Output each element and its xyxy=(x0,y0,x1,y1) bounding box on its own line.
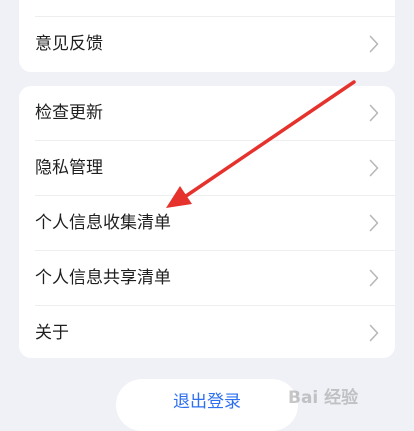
chevron-right-icon xyxy=(369,324,379,342)
chevron-right-icon xyxy=(369,214,379,232)
settings-item-check-update[interactable]: 检查更新 xyxy=(19,86,395,140)
settings-card-top: 意见反馈 xyxy=(19,0,395,72)
settings-item-feedback[interactable]: 意见反馈 xyxy=(19,17,395,71)
baidu-jingyan-watermark: Bai 经验 xyxy=(288,387,359,408)
settings-item-personal-info-collection[interactable]: 个人信息收集清单 xyxy=(19,196,395,250)
settings-item-personal-info-sharing[interactable]: 个人信息共享清单 xyxy=(19,251,395,305)
watermark-text: Bai 经验 xyxy=(288,387,359,408)
chevron-right-icon xyxy=(369,159,379,177)
settings-item-privacy[interactable]: 隐私管理 xyxy=(19,141,395,195)
settings-item-label: 个人信息收集清单 xyxy=(35,213,171,233)
chevron-right-icon xyxy=(369,269,379,287)
logout-button[interactable]: 退出登录 xyxy=(116,379,298,431)
settings-item-label: 隐私管理 xyxy=(35,158,103,178)
settings-item-label: 意见反馈 xyxy=(35,34,103,54)
settings-item-label: 个人信息共享清单 xyxy=(35,268,171,288)
chevron-right-icon xyxy=(369,35,379,53)
chevron-right-icon xyxy=(369,104,379,122)
settings-card-main: 检查更新 隐私管理 个人信息收集清单 个人信息共享清单 关于 xyxy=(19,86,395,358)
settings-item-label: 检查更新 xyxy=(35,103,103,123)
settings-item-about[interactable]: 关于 xyxy=(19,306,395,358)
settings-item-label: 关于 xyxy=(35,323,69,343)
